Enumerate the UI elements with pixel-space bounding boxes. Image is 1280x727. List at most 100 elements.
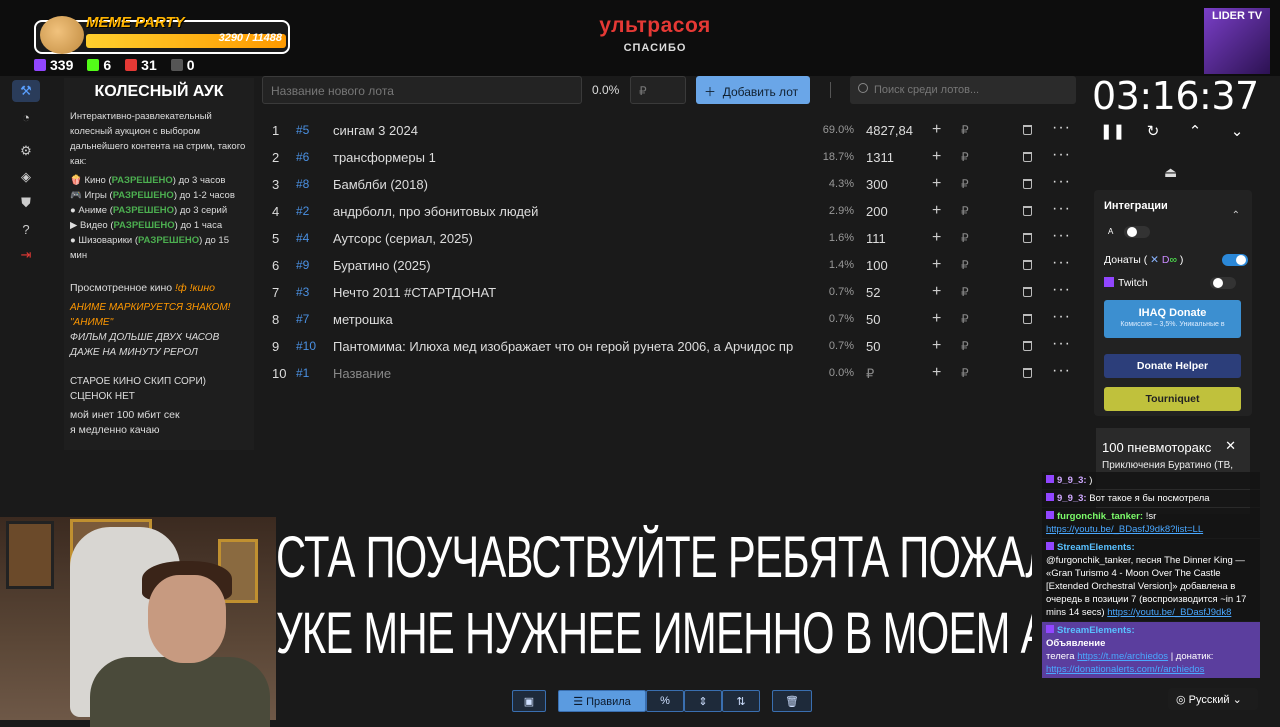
- currency-icon[interactable]: ₽: [961, 366, 969, 380]
- add-amount-icon[interactable]: +: [932, 148, 941, 166]
- more-icon[interactable]: ···: [1052, 362, 1071, 380]
- lot-amount-input[interactable]: 300: [866, 177, 888, 192]
- delete-icon[interactable]: [1023, 206, 1032, 216]
- close-icon[interactable]: ✕: [1225, 438, 1236, 454]
- more-icon[interactable]: ···: [1052, 308, 1071, 326]
- twitch-toggle[interactable]: [1210, 277, 1236, 289]
- add-amount-icon[interactable]: +: [932, 310, 941, 328]
- delete-icon[interactable]: [1023, 314, 1032, 324]
- add-amount-icon[interactable]: +: [932, 175, 941, 193]
- add-amount-icon[interactable]: +: [932, 229, 941, 247]
- percent-toggle-button[interactable]: %: [646, 690, 684, 712]
- donate-helper-button[interactable]: Donate Helper: [1104, 354, 1241, 378]
- add-amount-icon[interactable]: +: [932, 256, 941, 274]
- lot-amount-input[interactable]: 100: [866, 258, 888, 273]
- currency-icon[interactable]: ₽: [961, 258, 969, 272]
- align-icon[interactable]: ⇕: [684, 690, 722, 712]
- new-lot-amount-input[interactable]: ₽: [630, 76, 686, 104]
- lot-name-input[interactable]: метрошка: [333, 312, 808, 327]
- add-amount-icon[interactable]: +: [932, 202, 941, 220]
- language-select[interactable]: ◎ Русский ⌄: [1168, 688, 1258, 710]
- clear-icon[interactable]: 🗑: [772, 690, 812, 712]
- more-icon[interactable]: ···: [1052, 200, 1071, 218]
- more-icon[interactable]: ···: [1052, 119, 1071, 137]
- channel-avatar: LIDER TV: [1204, 8, 1270, 74]
- chevron-up-icon[interactable]: ⌃: [1184, 122, 1206, 142]
- lot-name-input[interactable]: Аутсорс (сериал, 2025): [333, 231, 808, 246]
- delete-icon[interactable]: [1023, 125, 1032, 135]
- rules-button[interactable]: ☰ Правила: [558, 690, 646, 712]
- lot-row: 6 #9 Буратино (2025) 1.4% 100 + ₽ ···: [260, 252, 1080, 279]
- add-amount-icon[interactable]: +: [932, 337, 941, 355]
- lot-amount-input[interactable]: 1311: [866, 150, 894, 165]
- chat-link[interactable]: https://donationalerts.com/r/archiedos: [1046, 664, 1204, 675]
- delete-icon[interactable]: [1023, 260, 1032, 270]
- help-icon[interactable]: ?: [12, 218, 40, 240]
- currency-icon[interactable]: ₽: [961, 312, 969, 326]
- layers-icon[interactable]: ◈: [12, 166, 40, 188]
- lot-name-input[interactable]: трансформеры 1: [333, 150, 808, 165]
- lot-name-input[interactable]: сингам 3 2024: [333, 123, 808, 138]
- currency-icon[interactable]: ₽: [961, 123, 969, 137]
- lot-amount-input[interactable]: 52: [866, 285, 880, 300]
- lot-name-input[interactable]: Нечто 2011 #СТАРТДОНАТ: [333, 285, 808, 300]
- save-icon[interactable]: ▣: [512, 690, 546, 712]
- settings-icon[interactable]: ⚙: [12, 140, 40, 162]
- delete-icon[interactable]: [1023, 341, 1032, 351]
- tourniquet-button[interactable]: Tourniquet: [1104, 387, 1241, 411]
- lot-amount-input[interactable]: 50: [866, 339, 880, 354]
- currency-icon[interactable]: ₽: [961, 204, 969, 218]
- currency-icon[interactable]: ₽: [961, 150, 969, 164]
- lot-amount-input[interactable]: 200: [866, 204, 888, 219]
- chat-link[interactable]: https://t.me/archiedos: [1077, 651, 1168, 662]
- lot-name-input[interactable]: Бамблби (2018): [333, 177, 808, 192]
- collapse-icon[interactable]: ⌃: [1232, 210, 1240, 221]
- lot-name-input[interactable]: Пантомима: Илюха мед изображает что он г…: [333, 339, 808, 354]
- lot-amount-input[interactable]: 50: [866, 312, 880, 327]
- currency-icon[interactable]: ₽: [961, 285, 969, 299]
- sort-icon[interactable]: ⇅: [722, 690, 760, 712]
- add-amount-icon[interactable]: +: [932, 121, 941, 139]
- add-amount-icon[interactable]: +: [932, 364, 941, 382]
- new-lot-name-input[interactable]: Название нового лота: [262, 76, 582, 104]
- delete-icon[interactable]: [1023, 233, 1032, 243]
- auction-nav-icon[interactable]: ⚒: [12, 80, 40, 102]
- more-icon[interactable]: ···: [1052, 146, 1071, 164]
- reset-icon[interactable]: ↻: [1142, 122, 1164, 142]
- currency-icon[interactable]: ₽: [961, 231, 969, 245]
- pause-icon[interactable]: ❚❚: [1100, 122, 1125, 142]
- more-icon[interactable]: ···: [1052, 173, 1071, 191]
- add-lot-label: Добавить лот: [722, 85, 799, 99]
- chevron-down-icon[interactable]: ⌄: [1226, 122, 1248, 142]
- lot-search-input[interactable]: Поиск среди лотов...: [850, 76, 1076, 104]
- more-icon[interactable]: ···: [1052, 281, 1071, 299]
- delete-icon[interactable]: [1023, 368, 1032, 378]
- add-amount-icon[interactable]: +: [932, 283, 941, 301]
- lot-name-input[interactable]: Буратино (2025): [333, 258, 808, 273]
- ihaq-donate-button[interactable]: IHAQ Donate Комиссия – 3,5%. Уникальные …: [1104, 300, 1241, 338]
- logout-icon[interactable]: ⇥: [12, 244, 40, 266]
- more-icon[interactable]: ···: [1052, 335, 1071, 353]
- lot-name-input[interactable]: Название: [333, 366, 808, 381]
- delete-icon[interactable]: [1023, 179, 1032, 189]
- shield-icon[interactable]: ⛊: [12, 192, 40, 214]
- chat-link[interactable]: https://youtu.be/_BDasfJ9dk8?list=LL: [1046, 524, 1203, 535]
- lot-amount-input[interactable]: ₽: [866, 366, 874, 382]
- lot-rank: 3: [272, 177, 280, 192]
- eject-icon[interactable]: ⏏: [1164, 164, 1177, 181]
- auto-toggle[interactable]: [1124, 226, 1150, 238]
- more-icon[interactable]: ···: [1052, 254, 1071, 272]
- lot-name-input[interactable]: андрболл, про эбонитовых людей: [333, 204, 808, 219]
- lot-amount-input[interactable]: 4827,84: [866, 123, 913, 138]
- currency-icon[interactable]: ₽: [961, 177, 969, 191]
- donations-toggle[interactable]: [1222, 254, 1248, 266]
- more-icon[interactable]: ···: [1052, 227, 1071, 245]
- wheel-nav-icon[interactable]: ◔: [12, 106, 40, 128]
- delete-icon[interactable]: [1023, 152, 1032, 162]
- lot-amount-input[interactable]: 111: [866, 231, 886, 246]
- film-note: ФИЛЬМ ДОЛЬШЕ ДВУХ ЧАСОВ ДАЖЕ НА МИНУТУ Р…: [70, 332, 220, 358]
- add-lot-button[interactable]: ＋ Добавить лот: [696, 76, 810, 104]
- currency-icon[interactable]: ₽: [961, 339, 969, 353]
- delete-icon[interactable]: [1023, 287, 1032, 297]
- chat-link[interactable]: https://youtu.be/_BDasfJ9dk8: [1107, 607, 1231, 618]
